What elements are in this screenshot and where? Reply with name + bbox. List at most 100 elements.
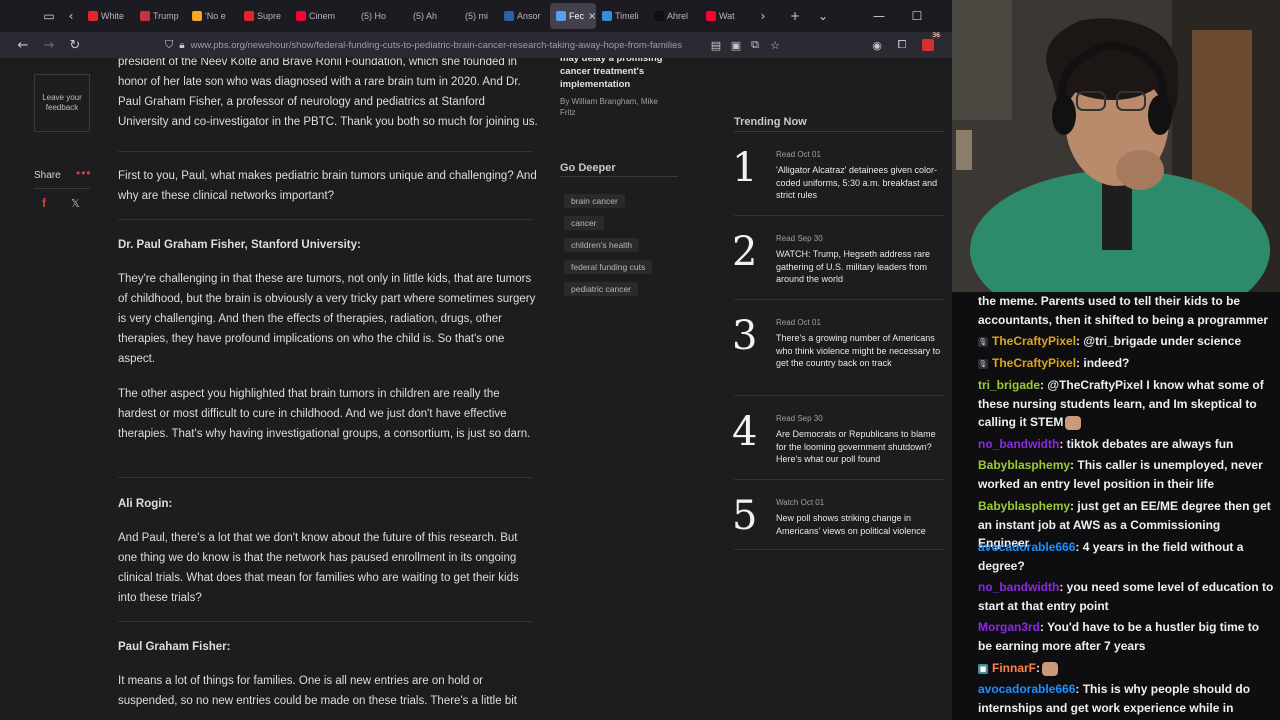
pbs-article-page: Leave your feedback Share ••• f 𝕏 presid… — [0, 58, 952, 720]
chat-username[interactable]: avocadorable666 — [978, 682, 1075, 696]
x-icon — [400, 11, 410, 21]
related-story-link[interactable]: may delay a promising cancer treatment's… — [560, 58, 670, 91]
address-bar[interactable]: ⛉ 🔒︎ www.pbs.org/newshour/show/federal-f… — [165, 34, 705, 56]
chat-message: tri_brigade: @TheCraftyPixel I know what… — [978, 376, 1274, 432]
browser-tab[interactable]: White — [82, 3, 134, 29]
browser-window: ▭ ‹ White Trump 'No e Supre Cinem (5) Ho (5) A… — [0, 0, 952, 720]
tab-label: Timeli — [615, 11, 639, 21]
browser-tab[interactable]: 'No e — [186, 3, 238, 29]
reader-view-icon[interactable]: ▤ — [706, 35, 726, 55]
mic-badge-icon[interactable]: 🎙︎ — [978, 358, 988, 369]
browser-tab[interactable]: (5) Ho — [342, 3, 394, 29]
forward-icon[interactable]: → — [36, 33, 62, 57]
nbc-icon — [192, 11, 202, 21]
tag-pediatric-cancer[interactable]: pediatric cancer — [564, 282, 639, 296]
picture-in-picture-icon[interactable]: ⧉ — [745, 35, 765, 55]
paragraph-divider — [118, 151, 532, 152]
chat-username[interactable]: FinnarF — [992, 661, 1036, 675]
paragraph-divider — [118, 621, 532, 622]
go-deeper-divider — [560, 176, 678, 177]
extensions-icon[interactable]: ⧠ — [892, 35, 912, 55]
reload-icon[interactable]: ↻ — [62, 33, 88, 57]
trending-item-divider — [734, 395, 944, 396]
back-icon[interactable]: ← — [10, 33, 36, 57]
trending-headline-link[interactable]: 'Alligator Alcatraz' detainees given col… — [776, 164, 946, 202]
browser-tab[interactable]: Cinem — [290, 3, 342, 29]
facebook-share-icon[interactable]: f — [42, 196, 46, 210]
browser-tab[interactable]: Fec × — [550, 3, 596, 29]
feedback-button[interactable]: Leave your feedback — [34, 74, 90, 132]
chat-username[interactable]: TheCraftyPixel — [992, 356, 1076, 370]
lock-icon[interactable]: 🔒︎ — [179, 40, 184, 51]
browser-tab[interactable]: Trump — [134, 3, 186, 29]
browser-tab[interactable]: Ansor — [498, 3, 550, 29]
chat-message: 🎙︎ TheCraftyPixel: @tri_brigade under sci… — [978, 332, 1274, 351]
chat-username[interactable]: Morgan3rd — [978, 620, 1040, 634]
maximize-icon[interactable]: ☐ — [906, 5, 928, 27]
go-deeper-heading: Go Deeper — [560, 162, 616, 174]
share-divider — [34, 188, 90, 189]
chat-message: 🎙︎ TheCraftyPixel: indeed? — [978, 354, 1274, 373]
trending-item-divider — [734, 299, 944, 300]
tag-cancer[interactable]: cancer — [564, 216, 604, 230]
trending-headline-link[interactable]: New poll shows striking change in Americ… — [776, 512, 946, 537]
browser-tab[interactable]: Wat — [700, 3, 752, 29]
subscriber-badge-icon[interactable]: ■ — [978, 663, 988, 674]
youtube-icon — [296, 11, 306, 21]
chat-username[interactable]: no_bandwidth — [978, 580, 1059, 594]
chat-username[interactable]: no_bandwidth — [978, 437, 1059, 451]
tab-label: Wat — [719, 11, 735, 21]
chat-username[interactable]: avocadorable666 — [978, 540, 1075, 554]
screenshot-icon[interactable]: ▣ — [726, 35, 746, 55]
browser-tab[interactable]: Supre — [238, 3, 290, 29]
tabs-scroll-left-icon[interactable]: ‹ — [60, 5, 82, 27]
chat-message: ■ FinnarF: — [978, 659, 1274, 678]
article-paragraph: And Paul, there's a lot that we don't kn… — [118, 532, 519, 604]
trending-item-divider — [734, 479, 944, 480]
trending-rank: 4 — [732, 409, 758, 455]
tiktok-icon — [654, 11, 664, 21]
chat-text: the meme. Parents used to tell their kid… — [978, 294, 1269, 327]
chat-emote-icon — [1065, 415, 1082, 430]
chat-text: : — [1036, 661, 1040, 675]
webcam-image — [952, 0, 1280, 292]
minimize-icon[interactable]: — — [868, 5, 890, 27]
shield-icon[interactable]: ⛉ — [165, 38, 173, 52]
article-paragraph: It means a lot of things for families. O… — [118, 675, 517, 707]
tag-federal-funding-cuts[interactable]: federal funding cuts — [564, 260, 653, 274]
account-icon[interactable]: ◉ — [867, 35, 887, 55]
tabs-scroll-right-icon[interactable]: › — [752, 5, 774, 27]
new-tab-icon[interactable]: + — [784, 5, 806, 27]
tag-childrens-health[interactable]: children's health — [564, 238, 640, 252]
browser-tab[interactable]: Timeli — [596, 3, 648, 29]
mic-badge-icon[interactable]: 🎙︎ — [978, 336, 988, 347]
trending-headline-link[interactable]: Are Democrats or Republicans to blame fo… — [776, 428, 946, 466]
tab-bar: ▭ ‹ White Trump 'No e Supre Cinem (5) Ho (5) A… — [0, 0, 952, 32]
close-tab-icon[interactable]: × — [588, 11, 596, 22]
tag-brain-cancer[interactable]: brain cancer — [564, 194, 625, 208]
extension-badge-icon[interactable]: 36 — [918, 32, 941, 55]
chat-message: the meme. Parents used to tell their kid… — [978, 292, 1274, 329]
browser-tab[interactable]: Ahrel — [648, 3, 700, 29]
trending-headline-link[interactable]: There's a growing number of Americans wh… — [776, 332, 946, 370]
related-story-byline: By William Brangham, Mike Fritz — [560, 97, 658, 117]
tab-list-icon[interactable]: ⌄ — [812, 5, 834, 27]
chat-username[interactable]: TheCraftyPixel — [992, 334, 1076, 348]
speaker-name: Dr. Paul Graham Fisher, Stanford Univers… — [118, 239, 361, 251]
browser-tab[interactable]: (5) mi — [446, 3, 498, 29]
trending-item-divider — [734, 215, 944, 216]
chat-username[interactable]: tri_brigade — [978, 378, 1040, 392]
url-text[interactable]: www.pbs.org/newshour/show/federal-fundin… — [191, 40, 691, 51]
chat-username[interactable]: Babyblasphemy — [978, 499, 1070, 513]
browser-tab[interactable]: (5) Ah — [394, 3, 446, 29]
x-share-icon[interactable]: 𝕏 — [71, 197, 80, 210]
tab-overview-icon[interactable]: ▭ — [38, 5, 60, 27]
share-more-icon[interactable]: ••• — [76, 166, 92, 180]
chat-message: Morgan3rd: You'd have to be a hustler bi… — [978, 618, 1274, 655]
bookmark-star-icon[interactable]: ☆ — [765, 35, 785, 55]
chat-username[interactable]: Babyblasphemy — [978, 458, 1070, 472]
tab-label: Supre — [257, 11, 282, 21]
trending-headline-link[interactable]: WATCH: Trump, Hegseth address rare gathe… — [776, 248, 946, 286]
trending-rank: 1 — [732, 145, 758, 191]
trending-heading: Trending Now — [734, 116, 807, 128]
